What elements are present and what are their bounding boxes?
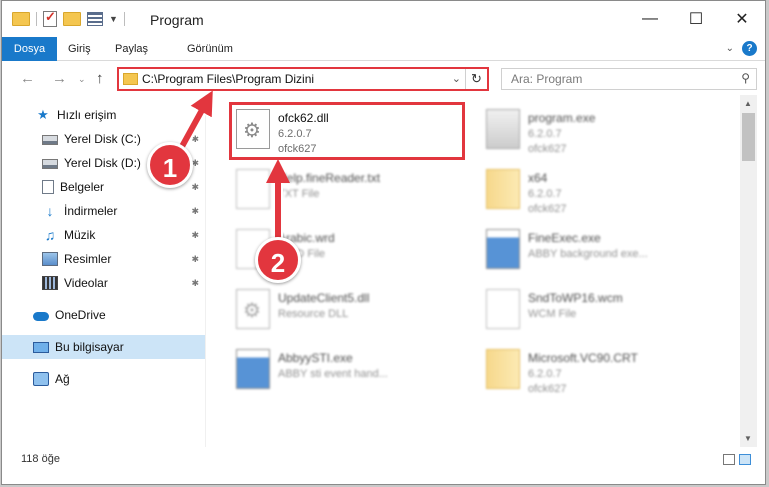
annotation-arrows (169, 90, 290, 246)
step-2-badge: 2 (255, 237, 301, 283)
explorer-window: ▼ Program — ☐ ✕ Dosya Giriş Paylaş Görün… (1, 0, 766, 485)
step-1-badge: 1 (147, 142, 193, 188)
